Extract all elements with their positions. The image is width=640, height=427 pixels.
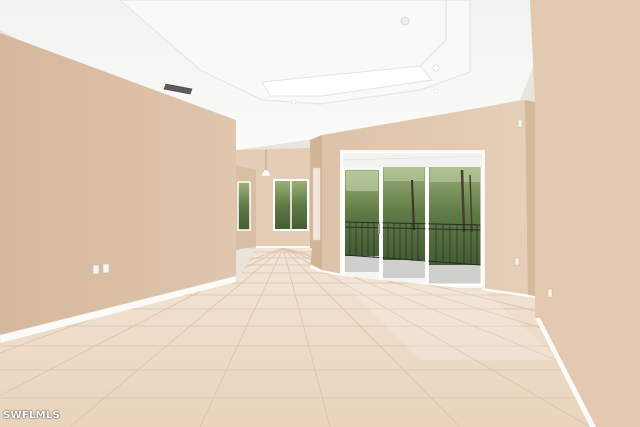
electrical-outlet-icon [92, 264, 100, 275]
electrical-outlet-icon [514, 257, 520, 266]
electrical-outlet-icon [547, 288, 553, 298]
ceiling-light-icon [432, 64, 440, 72]
room-illustration [0, 0, 640, 427]
smoke-detector-icon [400, 16, 410, 26]
ceiling-light-icon [433, 88, 439, 94]
watermark-text: SWFLMLS [3, 410, 61, 421]
electrical-outlet-icon [102, 263, 110, 274]
room-photo: SWFLMLS [0, 0, 640, 427]
ceiling-light-icon [291, 99, 297, 105]
